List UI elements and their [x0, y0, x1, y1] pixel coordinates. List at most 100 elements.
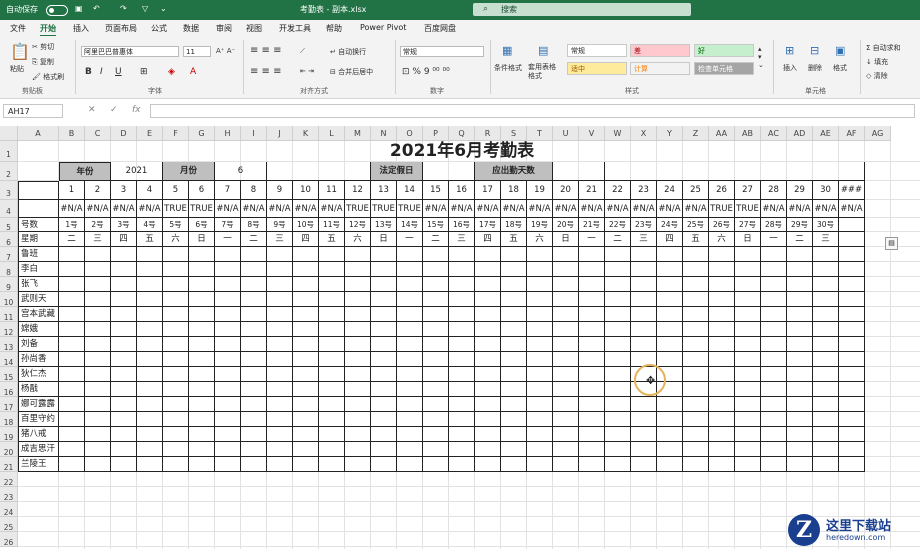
attendance-cell[interactable] [397, 262, 423, 277]
attendance-cell[interactable] [735, 262, 761, 277]
attendance-cell[interactable] [735, 322, 761, 337]
attendance-cell[interactable] [163, 337, 189, 352]
fill-button[interactable]: ↓ 填充 [866, 57, 888, 67]
attendance-cell[interactable] [345, 427, 371, 442]
attendance-cell[interactable] [501, 412, 527, 427]
column-header[interactable]: K [293, 126, 319, 141]
day-weekday[interactable]: 四 [293, 232, 319, 247]
attendance-cell[interactable] [657, 277, 683, 292]
column-header[interactable]: D [111, 126, 137, 141]
attendance-cell[interactable] [501, 262, 527, 277]
attendance-cell[interactable] [59, 247, 85, 262]
attendance-cell[interactable] [293, 292, 319, 307]
enter-icon[interactable]: ✓ [110, 105, 118, 115]
attendance-cell[interactable] [267, 292, 293, 307]
attendance-cell[interactable] [449, 457, 475, 472]
column-header[interactable]: AD [787, 126, 813, 141]
attendance-cell[interactable] [579, 262, 605, 277]
attendance-cell[interactable] [761, 382, 787, 397]
attendance-cell[interactable] [111, 427, 137, 442]
attendance-cell[interactable] [59, 397, 85, 412]
attendance-cell[interactable] [85, 367, 111, 382]
attendance-cell[interactable] [293, 382, 319, 397]
column-header[interactable]: E [137, 126, 163, 141]
attendance-cell[interactable] [761, 247, 787, 262]
attendance-cell[interactable] [163, 292, 189, 307]
tab-9[interactable]: 帮助 [326, 23, 342, 34]
attendance-cell[interactable] [501, 397, 527, 412]
attendance-cell[interactable] [371, 352, 397, 367]
attendance-cell[interactable] [839, 442, 865, 457]
day-weekday[interactable]: 六 [709, 232, 735, 247]
attendance-cell[interactable] [85, 457, 111, 472]
attendance-cell[interactable] [137, 397, 163, 412]
day-hao[interactable]: 7号 [215, 218, 241, 232]
day-weekday[interactable]: 二 [59, 232, 85, 247]
attendance-cell[interactable] [137, 307, 163, 322]
attendance-cell[interactable] [709, 427, 735, 442]
column-header[interactable]: AA [709, 126, 735, 141]
attendance-cell[interactable] [475, 322, 501, 337]
day-weekday[interactable]: 三 [85, 232, 111, 247]
day-flag[interactable]: TRUE [371, 200, 397, 218]
attendance-cell[interactable] [111, 382, 137, 397]
attendance-cell[interactable] [423, 247, 449, 262]
attendance-cell[interactable] [657, 457, 683, 472]
attendance-cell[interactable] [553, 352, 579, 367]
attendance-cell[interactable] [423, 427, 449, 442]
attendance-cell[interactable] [527, 442, 553, 457]
attendance-cell[interactable] [293, 337, 319, 352]
day-flag[interactable]: #N/A [423, 200, 449, 218]
attendance-cell[interactable] [397, 367, 423, 382]
attendance-cell[interactable] [215, 367, 241, 382]
column-header[interactable]: A [18, 126, 59, 141]
row-header[interactable]: 22 [0, 472, 18, 487]
attendance-cell[interactable] [787, 442, 813, 457]
day-hao[interactable]: 21号 [579, 218, 605, 232]
attendance-cell[interactable] [215, 292, 241, 307]
tab-5[interactable]: 数据 [183, 23, 199, 34]
merge-center-button[interactable]: ⊟ 合并后居中 [330, 67, 373, 77]
attendance-cell[interactable] [423, 352, 449, 367]
attendance-cell[interactable] [683, 277, 709, 292]
day-weekday[interactable] [839, 232, 865, 247]
attendance-cell[interactable] [631, 397, 657, 412]
tab-3[interactable]: 页面布局 [105, 23, 137, 34]
attendance-cell[interactable] [813, 292, 839, 307]
day-number[interactable]: 18 [501, 181, 527, 200]
attendance-cell[interactable] [475, 247, 501, 262]
attendance-cell[interactable] [579, 442, 605, 457]
tab-7[interactable]: 视图 [246, 23, 262, 34]
employee-name[interactable]: 刘备 [18, 337, 59, 352]
attendance-cell[interactable] [553, 277, 579, 292]
attendance-cell[interactable] [501, 247, 527, 262]
attendance-cell[interactable] [579, 322, 605, 337]
attendance-cell[interactable] [371, 412, 397, 427]
attendance-cell[interactable] [761, 292, 787, 307]
attendance-cell[interactable] [59, 457, 85, 472]
day-number[interactable]: 28 [761, 181, 787, 200]
attendance-cell[interactable] [709, 397, 735, 412]
column-header[interactable]: F [163, 126, 189, 141]
attendance-cell[interactable] [319, 262, 345, 277]
attendance-cell[interactable] [345, 382, 371, 397]
attendance-cell[interactable] [397, 322, 423, 337]
attendance-cell[interactable] [631, 307, 657, 322]
attendance-cell[interactable] [839, 412, 865, 427]
week-label[interactable]: 星期 [18, 232, 59, 247]
attendance-cell[interactable] [501, 352, 527, 367]
day-hao[interactable]: 3号 [111, 218, 137, 232]
attendance-cell[interactable] [423, 442, 449, 457]
attendance-cell[interactable] [267, 247, 293, 262]
attendance-cell[interactable] [735, 292, 761, 307]
insert-function-button[interactable]: fx [132, 105, 141, 115]
holiday-value[interactable] [423, 162, 475, 181]
attendance-cell[interactable] [657, 337, 683, 352]
attendance-cell[interactable] [527, 397, 553, 412]
attendance-cell[interactable] [397, 397, 423, 412]
day-number[interactable]: 15 [423, 181, 449, 200]
employee-name[interactable]: 李白 [18, 262, 59, 277]
attendance-cell[interactable] [787, 262, 813, 277]
attendance-cell[interactable] [319, 427, 345, 442]
attendance-cell[interactable] [501, 457, 527, 472]
